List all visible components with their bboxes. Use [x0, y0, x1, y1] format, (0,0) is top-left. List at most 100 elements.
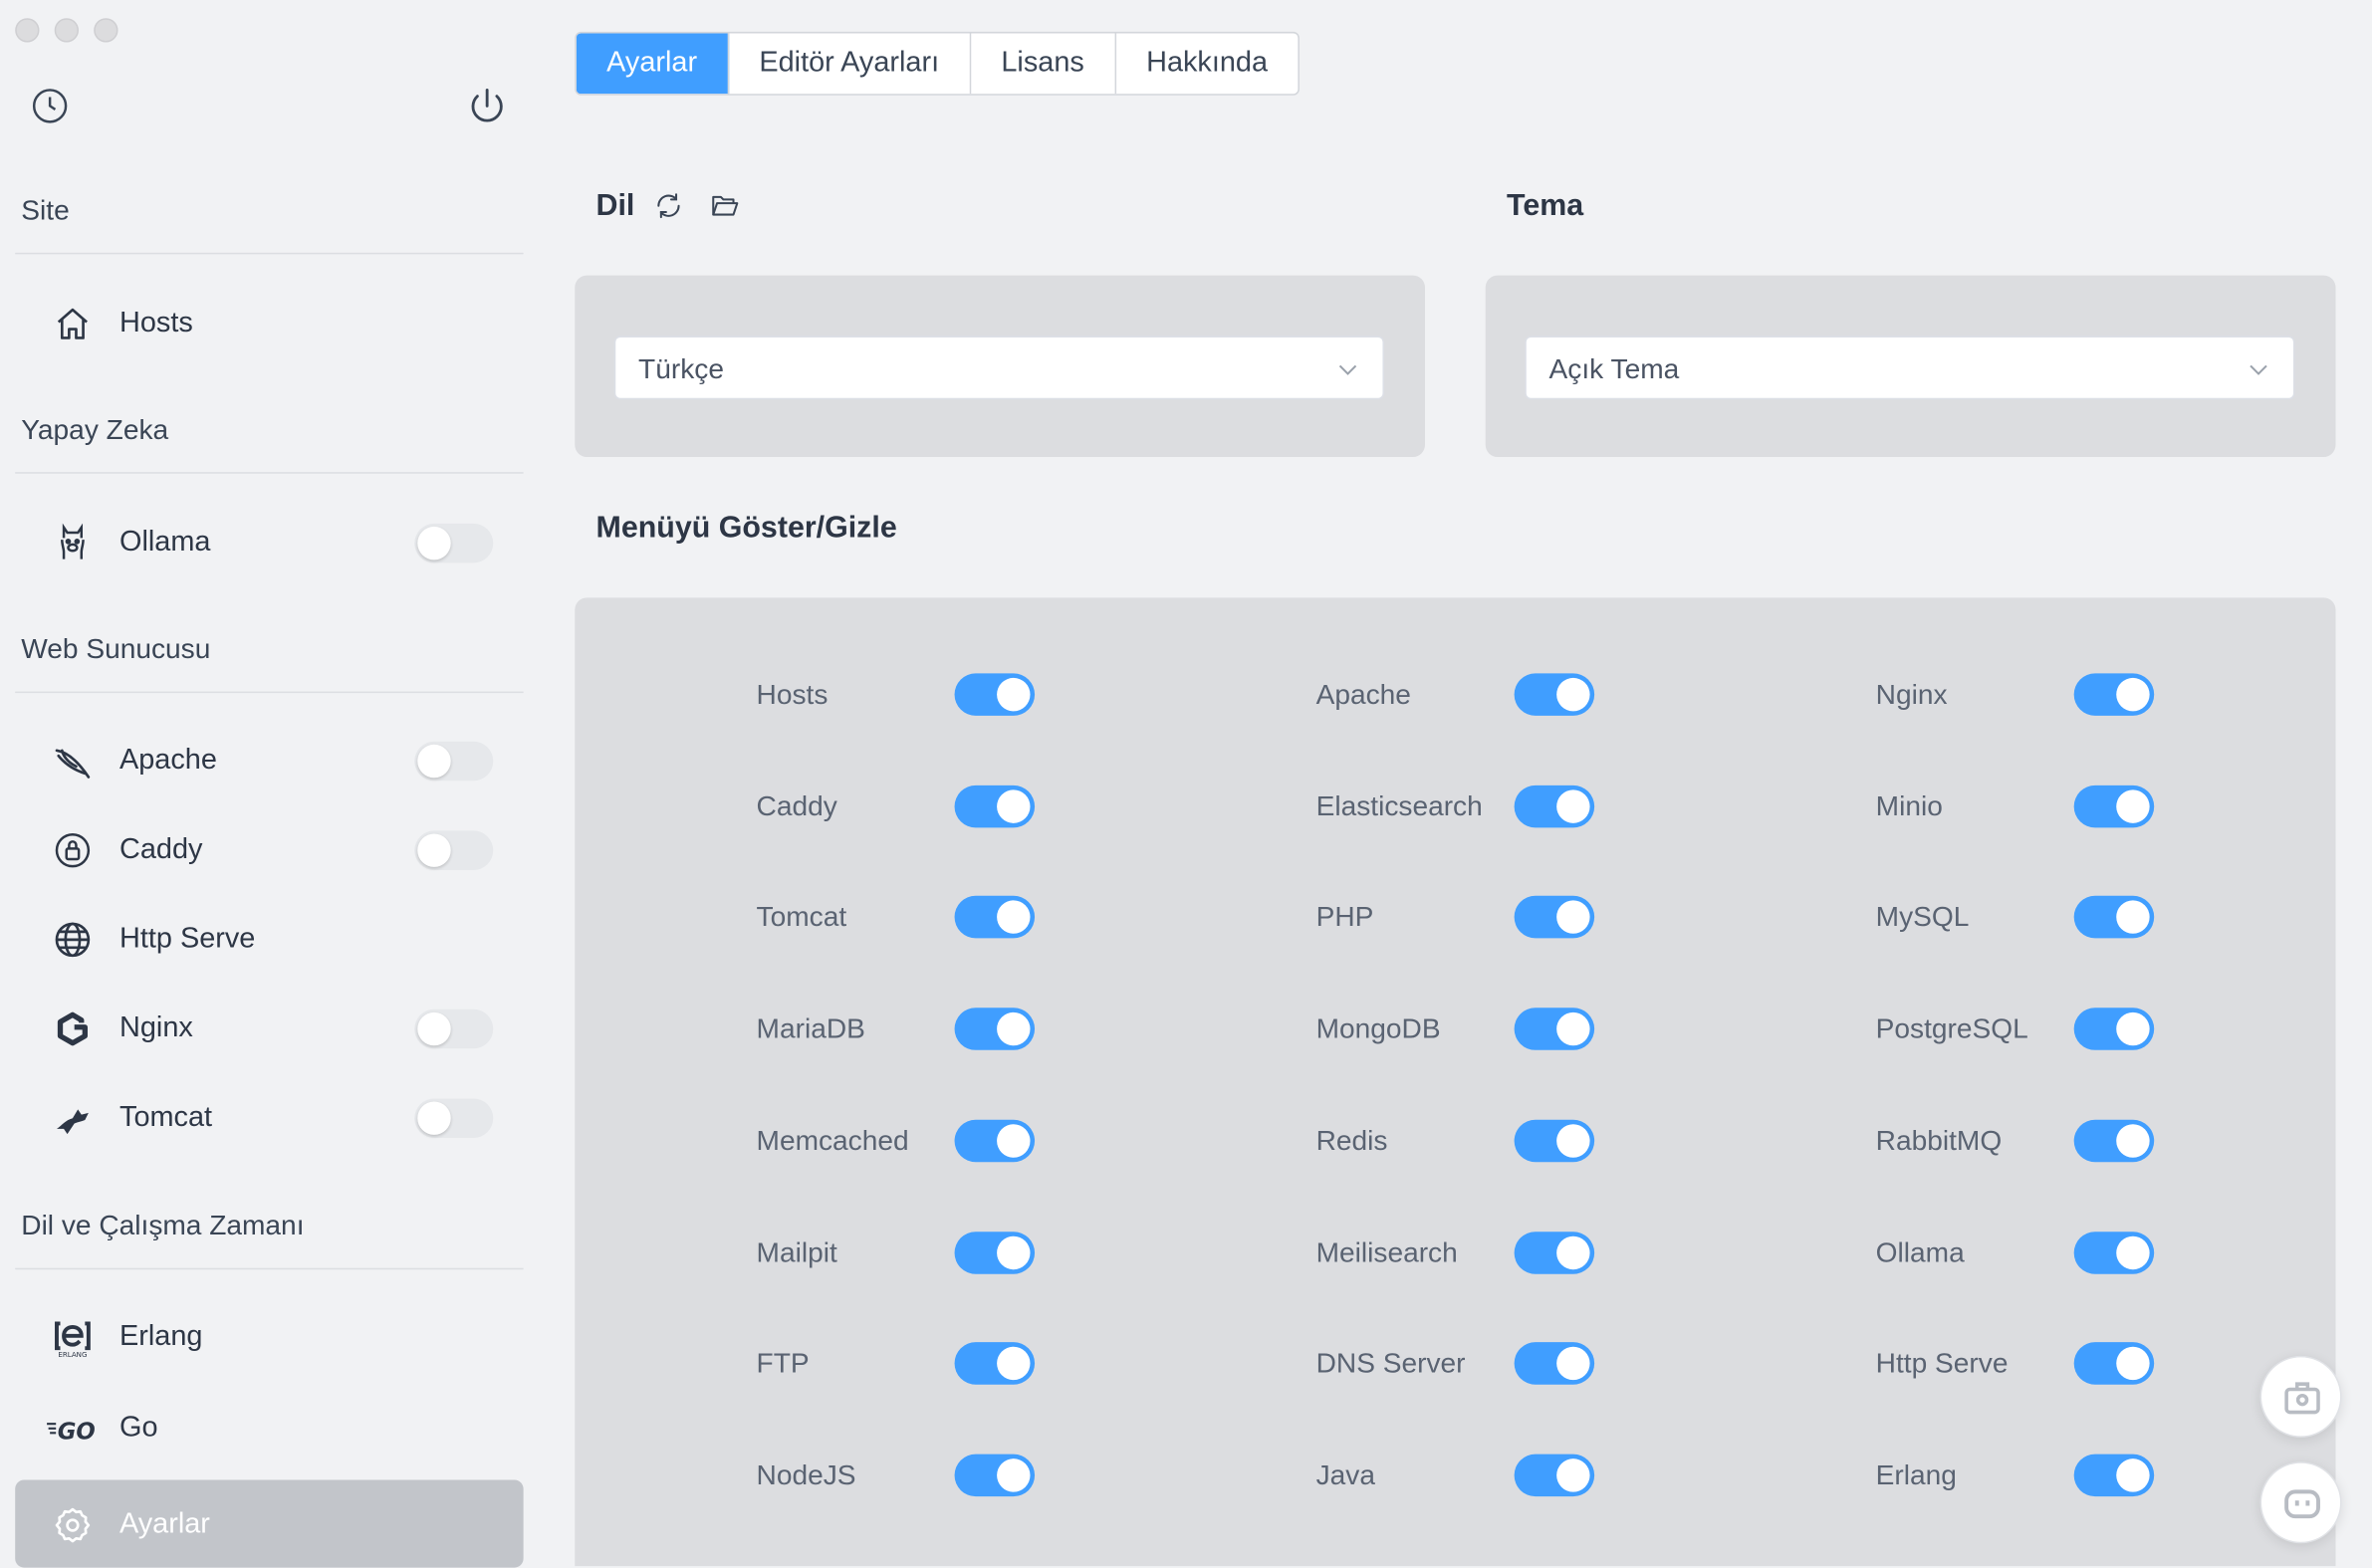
language-panel: Türkçe: [575, 275, 1425, 458]
toggle-knob: [997, 900, 1031, 935]
menu-toggle-switch-apache[interactable]: [1514, 673, 1595, 716]
menu-toggle-switch-mysql[interactable]: [2073, 896, 2155, 939]
section-title-ai: Yapay Zeka: [21, 412, 169, 445]
window-minimize-button[interactable]: [54, 18, 79, 43]
menu-toggle-item-nodejs: NodeJS: [757, 1445, 1211, 1505]
menu-toggle-item-ftp: FTP: [757, 1333, 1211, 1394]
menu-toggle-switch-java[interactable]: [1514, 1454, 1595, 1497]
menu-toggle-switch-rabbitmq[interactable]: [2073, 1119, 2155, 1162]
menu-toggle-switch-mariadb[interactable]: [954, 1008, 1036, 1050]
window-close-button[interactable]: [15, 18, 40, 43]
toggle-knob: [997, 1123, 1031, 1158]
tab-license[interactable]: Lisans: [971, 33, 1116, 95]
menu-toggle-switch-redis[interactable]: [1514, 1119, 1595, 1162]
toggle-knob: [2116, 900, 2150, 935]
menu-toggle-switch-memcached[interactable]: [954, 1119, 1036, 1162]
menu-toggle-switch-meilisearch[interactable]: [1514, 1231, 1595, 1273]
sidebar-item-label: Http Serve: [119, 923, 256, 956]
assistant-button[interactable]: [2259, 1461, 2342, 1544]
sidebar-item-label: Tomcat: [119, 1101, 213, 1134]
tomcat-service-toggle[interactable]: [414, 1098, 494, 1138]
menu-toggle-switch-mailpit[interactable]: [954, 1231, 1036, 1273]
llama-icon: [52, 522, 95, 564]
menu-toggle-label: DNS Server: [1315, 1346, 1466, 1379]
sidebar-item-http-serve[interactable]: Http Serve: [15, 900, 523, 979]
power-icon[interactable]: [466, 85, 509, 127]
chevron-down-icon: [2245, 355, 2271, 382]
menu-toggle-switch-mongodb[interactable]: [1514, 1008, 1595, 1050]
tab-settings[interactable]: Ayarlar: [576, 33, 729, 95]
caddy-service-toggle[interactable]: [414, 830, 494, 870]
clock-icon[interactable]: [29, 85, 72, 127]
apache-service-toggle[interactable]: [414, 741, 494, 782]
menu-toggle-switch-ollama[interactable]: [2073, 1231, 2155, 1273]
menu-toggle-label: Erlang: [1875, 1458, 1957, 1490]
theme-select[interactable]: Açık Tema: [1525, 336, 2295, 400]
menu-toggle-switch-tomcat[interactable]: [954, 896, 1036, 939]
menu-toggle-switch-http-serve[interactable]: [2073, 1342, 2155, 1385]
sidebar-item-ollama[interactable]: Ollama: [15, 504, 523, 582]
sidebar-item-apache[interactable]: Apache: [15, 722, 523, 800]
tomcat-icon: [52, 1097, 95, 1140]
menu-toggle-item-elasticsearch: Elasticsearch: [1316, 776, 1771, 836]
menu-toggle-label: Memcached: [756, 1123, 909, 1156]
tab-about[interactable]: Hakkında: [1116, 33, 1299, 94]
ollama-service-toggle[interactable]: [414, 523, 494, 563]
menu-toggle-switch-nodejs[interactable]: [954, 1454, 1036, 1497]
toggle-knob: [1556, 788, 1590, 823]
tab-editor-settings[interactable]: Editör Ayarları: [729, 33, 972, 95]
menu-toggle-switch-ftp[interactable]: [954, 1342, 1036, 1385]
theme-select-value: Açık Tema: [1548, 352, 1680, 385]
sidebar-item-erlang[interactable]: ERLANG Erlang: [15, 1298, 523, 1377]
toggle-knob: [417, 833, 451, 867]
section-title-web: Web Sunucusu: [21, 632, 211, 665]
refresh-icon[interactable]: [653, 191, 683, 221]
sidebar-item-label: Hosts: [119, 307, 193, 339]
sidebar-item-label: Ollama: [119, 526, 211, 559]
toggle-knob: [997, 1458, 1031, 1492]
sidebar-item-hosts[interactable]: Hosts: [15, 285, 523, 363]
menu-toggle-switch-nginx[interactable]: [2073, 673, 2155, 716]
menu-toggle-item-hosts: Hosts: [757, 664, 1211, 725]
menu-toggle-switch-elasticsearch[interactable]: [1514, 784, 1595, 827]
settings-tabs: Ayarlar Editör Ayarları Lisans Hakkında: [575, 31, 1300, 96]
menu-toggle-switch-postgresql[interactable]: [2073, 1008, 2155, 1050]
menu-toggle-item-caddy: Caddy: [757, 776, 1211, 836]
sidebar-item-tomcat[interactable]: Tomcat: [15, 1079, 523, 1158]
toggle-knob: [2116, 1123, 2150, 1158]
sidebar-item-settings[interactable]: Ayarlar: [15, 1479, 524, 1568]
menu-toggle-switch-caddy[interactable]: [954, 784, 1036, 827]
menu-toggle-item-rabbitmq: RabbitMQ: [1876, 1110, 2330, 1171]
menu-toggle-label: Redis: [1315, 1123, 1388, 1156]
toolbox-button[interactable]: [2259, 1355, 2342, 1438]
folder-open-icon[interactable]: [709, 191, 739, 221]
nginx-service-toggle[interactable]: [414, 1008, 494, 1049]
sidebar-item-label: Nginx: [119, 1011, 193, 1044]
menu-toggle-label: Caddy: [756, 788, 837, 821]
toggle-knob: [417, 744, 451, 779]
toggle-knob: [2116, 1458, 2150, 1492]
toggle-knob: [2116, 1011, 2150, 1046]
menu-toggle-switch-erlang[interactable]: [2073, 1454, 2155, 1497]
menu-toggle-label: MongoDB: [1315, 1011, 1441, 1044]
erlang-logo-text: ERLANG: [58, 1350, 87, 1359]
sidebar-item-caddy[interactable]: Caddy: [15, 811, 523, 890]
toggle-knob: [1556, 1234, 1590, 1269]
erlang-icon: ERLANG: [52, 1316, 95, 1359]
menu-toggle-label: Minio: [1875, 788, 1943, 821]
menu-toggle-label: Tomcat: [756, 900, 847, 933]
menu-toggle-item-postgresql: PostgreSQL: [1876, 999, 2330, 1059]
sidebar-item-label: Ayarlar: [119, 1508, 210, 1541]
menu-toggle-switch-hosts[interactable]: [954, 673, 1036, 716]
menu-toggle-panel: Hosts Apache Nginx Caddy Elasticsearch Minio T…: [575, 597, 2336, 1567]
menu-toggle-switch-dns-server[interactable]: [1514, 1342, 1595, 1385]
divider: [15, 1267, 524, 1270]
divider: [15, 252, 524, 255]
window-maximize-button[interactable]: [94, 18, 119, 43]
menu-toggle-heading: Menüyü Göster/Gizle: [595, 511, 897, 546]
language-select[interactable]: Türkçe: [613, 336, 1384, 400]
menu-toggle-switch-php[interactable]: [1514, 896, 1595, 939]
sidebar-item-nginx[interactable]: Nginx: [15, 990, 523, 1068]
sidebar-item-go[interactable]: GO Go: [15, 1389, 523, 1467]
menu-toggle-switch-minio[interactable]: [2073, 784, 2155, 827]
